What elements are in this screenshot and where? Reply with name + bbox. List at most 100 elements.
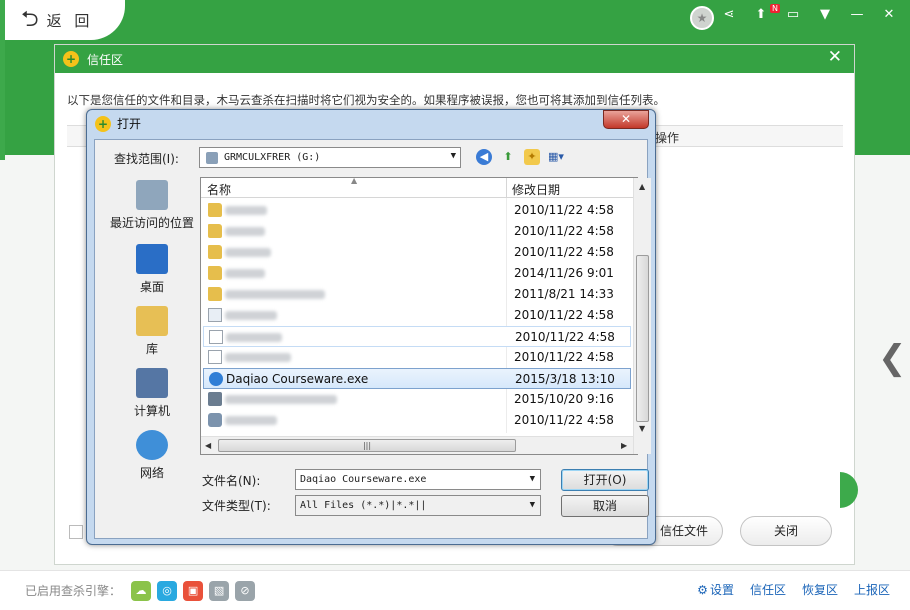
open-dialog-title: 打开: [117, 117, 142, 131]
file-row[interactable]: 2015/10/20 9:16: [203, 389, 631, 410]
file-date: 2010/11/22 4:58: [514, 413, 614, 427]
file-row-selected[interactable]: Daqiao Courseware.exe 2015/3/18 13:10: [203, 368, 631, 389]
close-button[interactable]: 关闭: [740, 516, 832, 546]
report-zone-link[interactable]: 上报区: [854, 581, 890, 598]
column-name[interactable]: 名称: [207, 181, 231, 198]
lookin-label: 查找范围(I):: [114, 152, 179, 166]
file-row[interactable]: 2010/11/22 4:58: [203, 242, 631, 263]
new-folder-icon[interactable]: ✦: [524, 149, 540, 165]
vertical-scrollbar[interactable]: ▲ ▼: [633, 178, 651, 454]
scroll-right-icon[interactable]: ▶: [621, 441, 627, 450]
drive-icon: [206, 151, 218, 164]
cloud-engine-icon[interactable]: ☁: [131, 580, 152, 601]
sort-up-icon: ▲: [351, 176, 358, 185]
vertical-scroll-thumb[interactable]: [636, 255, 649, 422]
network-icon: [136, 430, 168, 460]
scroll-up-icon[interactable]: ▲: [639, 182, 645, 191]
medal-icon[interactable]: ★: [690, 6, 714, 30]
filename-input[interactable]: Daqiao Courseware.exe ▼: [295, 469, 541, 490]
file-row[interactable]: 2010/11/22 4:58: [203, 347, 631, 368]
file-row[interactable]: 2010/11/22 4:58: [203, 305, 631, 326]
place-libraries[interactable]: 库: [102, 306, 202, 357]
close-button-label: 关闭: [773, 524, 798, 538]
menu-icon[interactable]: ▼: [816, 6, 834, 24]
avira-engine-icon[interactable]: ⊘: [235, 580, 256, 601]
filetype-label: 文件类型(T):: [202, 499, 271, 513]
libraries-icon: [136, 306, 168, 336]
select-all-checkbox[interactable]: [69, 525, 83, 539]
filetype-value: All Files (*.*)|*.*||: [300, 500, 427, 511]
system-repair-engine-icon[interactable]: ▧: [209, 580, 230, 601]
back-arrow-icon: ⮌: [21, 7, 39, 32]
column-date[interactable]: 修改日期: [512, 181, 560, 198]
shirt-icon[interactable]: ⬆: [752, 6, 770, 24]
recovery-zone-link[interactable]: 恢复区: [802, 581, 838, 598]
open-dialog-body: 查找范围(I): GRMCULXFRER (G:) ▼ ◀ ⬆ ✦ ▦▾ 最近访…: [94, 139, 651, 539]
horizontal-scroll-thumb[interactable]: |||: [218, 439, 516, 452]
lookin-value: GRMCULXFRER (G:): [224, 152, 321, 163]
scroll-left-icon[interactable]: ◀: [205, 441, 211, 450]
message-icon[interactable]: ▭: [784, 6, 802, 24]
back-button[interactable]: ⮌ 返 回: [5, 0, 125, 40]
folder-icon: [208, 287, 222, 301]
engines-label: 已启用查杀引擎：: [25, 584, 122, 598]
desktop-icon: [136, 244, 168, 274]
back-icon[interactable]: ◀: [476, 149, 492, 165]
scan-button-edge: [840, 472, 858, 508]
file-row[interactable]: 2010/11/22 4:58: [203, 221, 631, 242]
chevron-down-icon[interactable]: ▼: [530, 474, 535, 484]
place-network[interactable]: 网络: [102, 430, 202, 481]
exe-file-icon: [209, 372, 223, 386]
minimize-icon[interactable]: —: [848, 6, 866, 24]
place-recent-label: 最近访问的位置: [109, 216, 194, 230]
chevron-down-icon: ▼: [450, 151, 456, 161]
blurred-name: [225, 311, 277, 320]
horizontal-scrollbar[interactable]: ◀ ||| ▶: [201, 436, 633, 454]
trust-zone-description: 以下是您信任的文件和目录，木马云查杀在扫描时将它们视为安全的。如果程序被误报，您…: [67, 93, 665, 107]
close-icon[interactable]: ✕: [828, 47, 842, 67]
file-date: 2010/11/22 4:58: [515, 330, 615, 344]
file-row[interactable]: 2010/11/22 4:58: [203, 200, 631, 221]
trust-zone-link[interactable]: 信任区: [750, 581, 786, 598]
blurred-name: [225, 395, 337, 404]
file-date: 2010/11/22 4:58: [514, 203, 614, 217]
file-row[interactable]: 2010/11/22 4:58: [203, 410, 631, 431]
settings-link-label: 设置: [709, 583, 734, 597]
blurred-name: [225, 416, 277, 425]
folder-icon: [208, 203, 222, 217]
place-desktop-label: 桌面: [139, 280, 164, 294]
file-row[interactable]: 2010/11/22 4:58: [203, 326, 631, 347]
file-date: 2010/11/22 4:58: [514, 245, 614, 259]
blurred-name: [225, 269, 265, 278]
scroll-down-icon[interactable]: ▼: [639, 424, 645, 433]
place-computer[interactable]: 计算机: [102, 368, 202, 419]
file-row[interactable]: 2014/11/26 9:01: [203, 263, 631, 284]
gear-icon: ⚙: [697, 583, 708, 597]
cancel-button[interactable]: 取消: [561, 495, 649, 517]
document-icon: [209, 330, 223, 344]
share-icon[interactable]: ⋖: [720, 6, 738, 24]
left-edge-lower: [0, 160, 5, 590]
place-desktop[interactable]: 桌面: [102, 244, 202, 295]
column-divider[interactable]: [506, 178, 507, 198]
blurred-name: [225, 206, 267, 215]
filetype-select[interactable]: All Files (*.*)|*.*|| ▼: [295, 495, 541, 516]
lookin-dropdown[interactable]: GRMCULXFRER (G:) ▼: [199, 147, 461, 168]
file-row[interactable]: 2011/8/21 14:33: [203, 284, 631, 305]
up-folder-icon[interactable]: ⬆: [500, 149, 516, 165]
file-date: 2010/11/22 4:58: [514, 224, 614, 238]
place-recent[interactable]: 最近访问的位置: [102, 180, 202, 231]
file-list-header: ▲ 名称 修改日期: [201, 176, 633, 198]
blurred-name: [225, 290, 325, 299]
chevron-down-icon[interactable]: ▼: [530, 500, 535, 510]
footer-links: ⚙ 设置 信任区 恢复区 上报区: [697, 581, 890, 598]
settings-link[interactable]: ⚙ 设置: [697, 581, 734, 598]
chevron-left-icon[interactable]: ❮: [878, 338, 907, 378]
open-button[interactable]: 打开(O): [561, 469, 649, 491]
view-menu-icon[interactable]: ▦▾: [548, 149, 564, 165]
blurred-name: [225, 227, 265, 236]
qvm-engine-icon[interactable]: ◎: [157, 580, 178, 601]
close-icon[interactable]: ✕: [603, 110, 649, 129]
close-icon[interactable]: ✕: [880, 6, 898, 24]
bd-engine-icon[interactable]: ▣: [183, 580, 204, 601]
